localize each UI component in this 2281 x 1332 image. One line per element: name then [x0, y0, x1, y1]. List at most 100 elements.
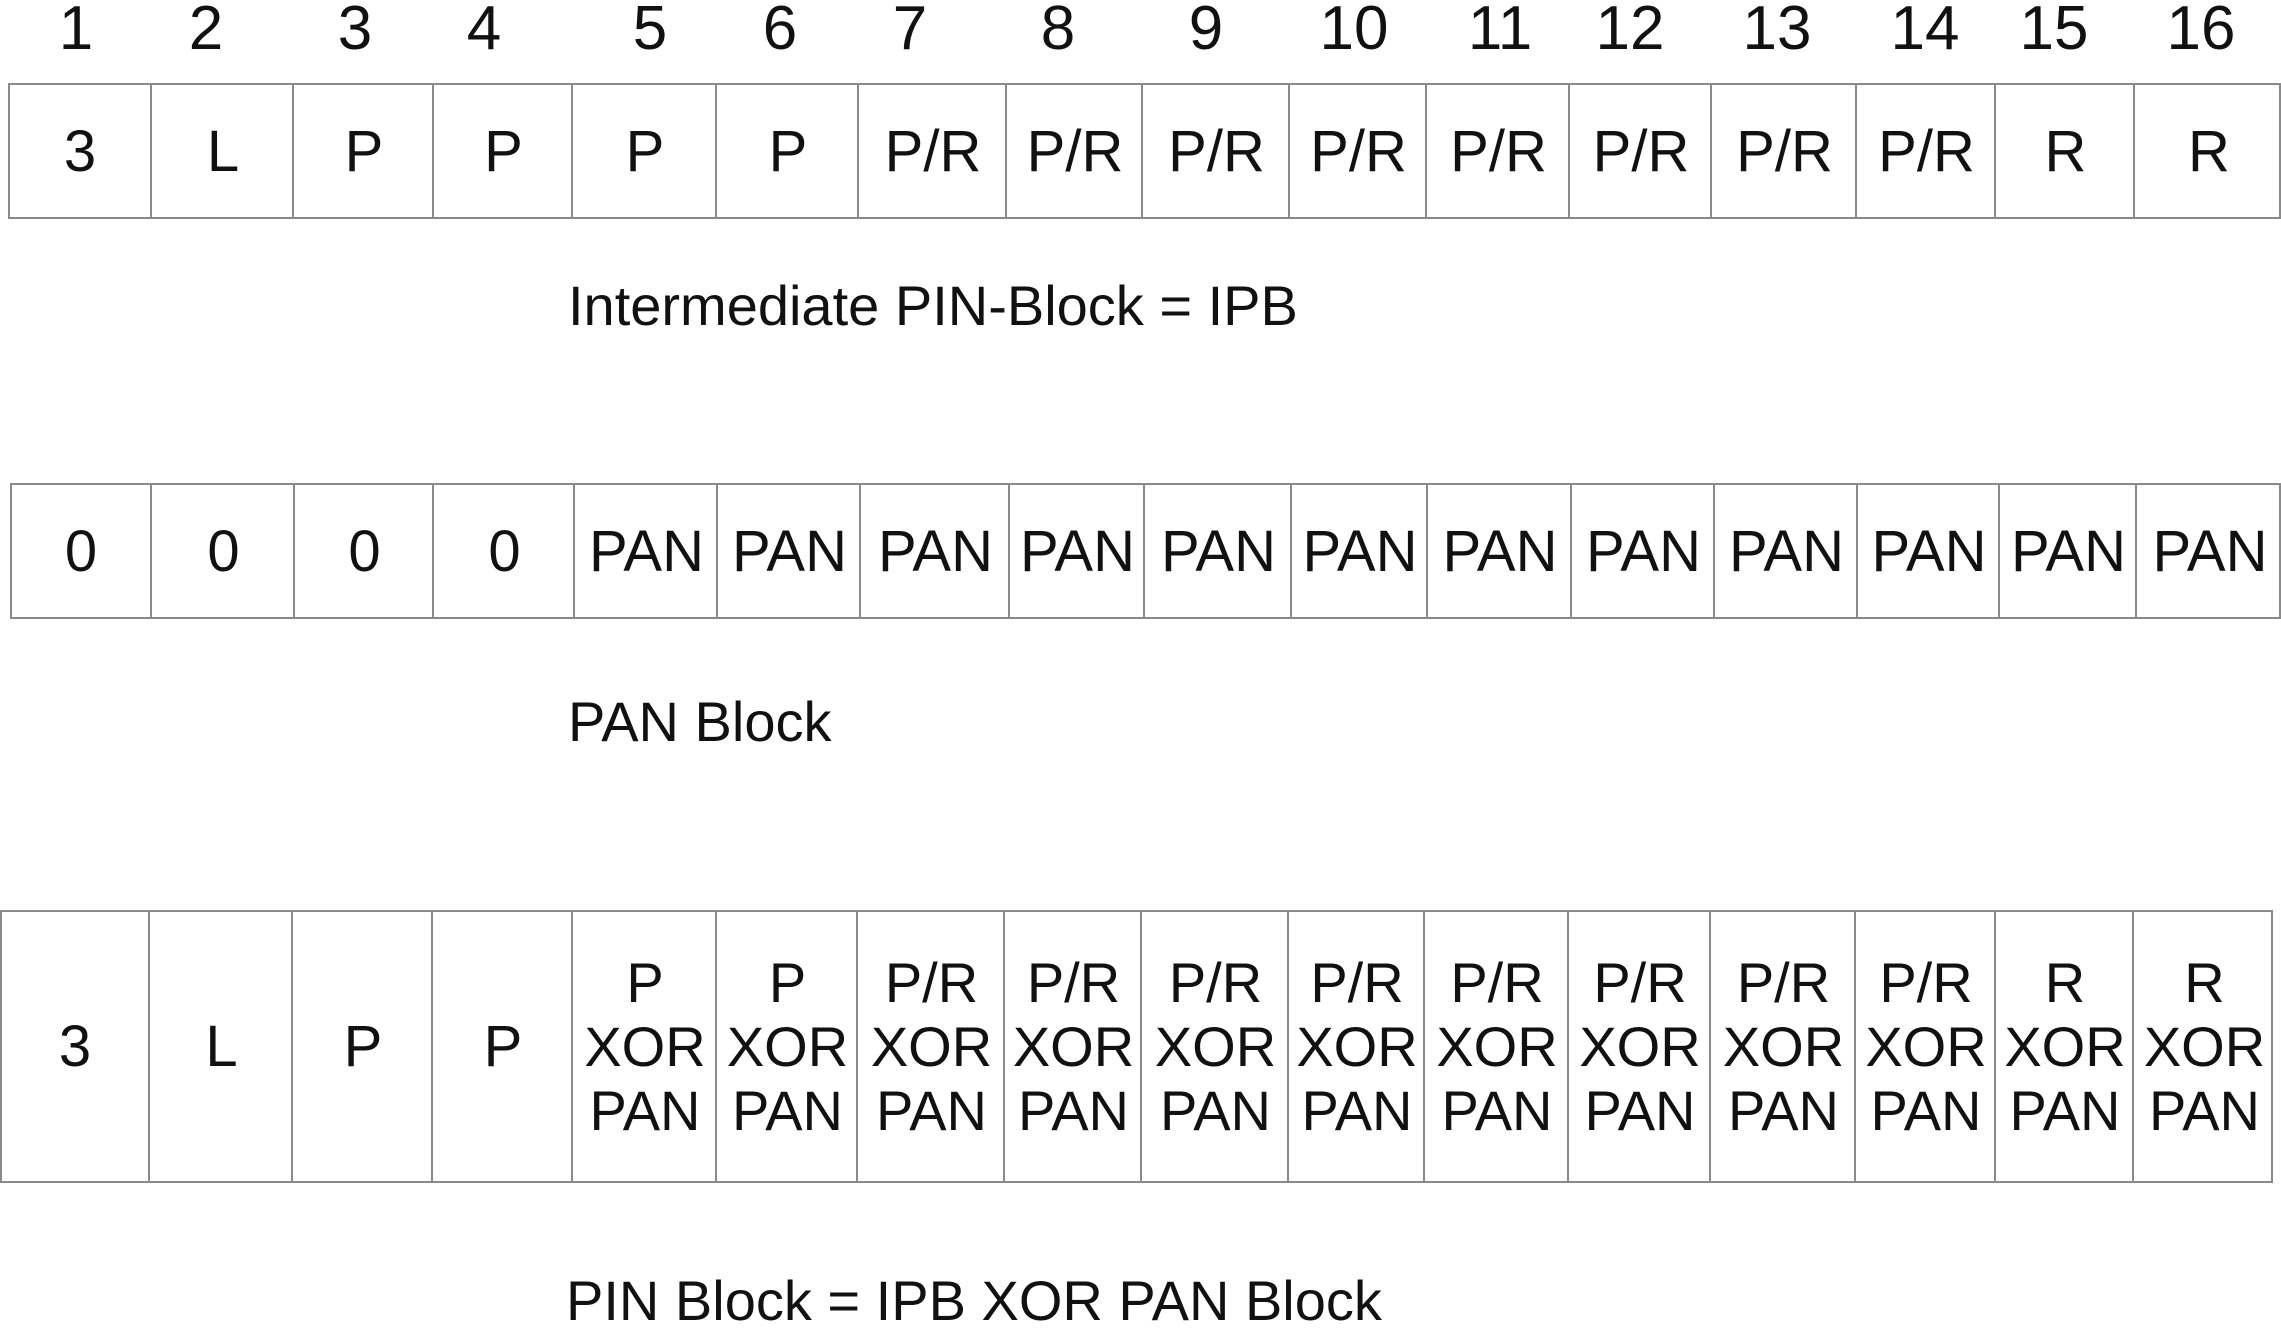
- pin-cell-line: XOR: [2004, 1014, 2126, 1078]
- pin-cell-6: P XOR PAN: [715, 912, 858, 1181]
- pin-cell-line: PAN: [1441, 1078, 1553, 1142]
- ipb-block: 3 L P P P P P/R P/R P/R P/R P/R P/R P/R P/R R R: [8, 83, 2281, 219]
- pin-cell-5: P XOR PAN: [571, 912, 717, 1181]
- pin-cell-10: P/R XOR PAN: [1287, 912, 1425, 1181]
- pin-cell-line: P/R: [884, 950, 979, 1014]
- pin-cell-line: P: [768, 950, 807, 1014]
- ipb-cell-6: P: [715, 85, 859, 217]
- pin-cell-14: P/R XOR PAN: [1854, 912, 1996, 1181]
- ipb-cell-15: R: [1994, 85, 2135, 217]
- pin-cell-line: PAN: [876, 1078, 987, 1142]
- ipb-cell-2: L: [150, 85, 294, 217]
- pin-cell-line: PAN: [1160, 1078, 1271, 1142]
- pin-cell-line: R: [2044, 950, 2086, 1014]
- pin-cell-line: P: [483, 1013, 523, 1079]
- pin-cell-line: P/R: [1310, 950, 1404, 1014]
- pin-cell-line: 3: [58, 1013, 92, 1079]
- pan-cell-8: PAN: [1008, 485, 1145, 617]
- ipb-cell-16: R: [2133, 85, 2281, 217]
- position-number-3: 3: [337, 0, 373, 63]
- pan-cell-2: 0: [150, 485, 295, 617]
- ipb-caption: Intermediate PIN-Block = IPB: [568, 274, 1298, 337]
- pin-cell-line: XOR: [726, 1014, 849, 1078]
- pin-cell-16: R XOR PAN: [2132, 912, 2275, 1181]
- pin-cell-line: XOR: [1722, 1014, 1845, 1078]
- pin-cell-line: P/R: [1736, 950, 1831, 1014]
- pan-cell-12: PAN: [1570, 485, 1715, 617]
- pan-cell-6: PAN: [716, 485, 861, 617]
- pin-cell-12: P/R XOR PAN: [1567, 912, 1711, 1181]
- pan-cell-3: 0: [293, 485, 434, 617]
- pin-cell-8: P/R XOR PAN: [1003, 912, 1142, 1181]
- position-number-6: 6: [762, 0, 798, 63]
- pin-cell-3: P: [291, 912, 433, 1181]
- pin-cell-line: XOR: [1296, 1014, 1418, 1078]
- pan-cell-14: PAN: [1856, 485, 2000, 617]
- ipb-cell-3: P: [292, 85, 434, 217]
- pin-cell-line: P/R: [1879, 950, 1973, 1014]
- position-number-12: 12: [1595, 0, 1665, 63]
- pin-cell-line: P/R: [1026, 950, 1121, 1014]
- pin-cell-9: P/R XOR PAN: [1140, 912, 1289, 1181]
- pin-cell-line: P/R: [1450, 950, 1544, 1014]
- pin-cell-line: XOR: [1579, 1014, 1701, 1078]
- pin-cell-15: R XOR PAN: [1994, 912, 2134, 1181]
- position-number-15: 15: [2019, 0, 2089, 63]
- pan-cell-16: PAN: [2135, 485, 2281, 617]
- pin-cell-line: PAN: [1018, 1078, 1129, 1142]
- pin-cell-11: P/R XOR PAN: [1423, 912, 1569, 1181]
- pin-cell-4: P: [431, 912, 573, 1181]
- position-number-8: 8: [1040, 0, 1076, 63]
- position-number-4: 4: [466, 0, 502, 63]
- pan-cell-9: PAN: [1143, 485, 1292, 617]
- pin-cell-line: XOR: [870, 1014, 993, 1078]
- ipb-cell-1: 3: [63, 118, 97, 184]
- pin-cell-line: PAN: [2149, 1078, 2260, 1142]
- pin-cell-line: PAN: [1301, 1078, 1413, 1142]
- ipb-cell-4: P: [432, 85, 573, 217]
- pin-cell-line: PAN: [589, 1078, 701, 1142]
- pin-cell-line: PAN: [1870, 1078, 1982, 1142]
- pan-cell-7: PAN: [859, 485, 1010, 617]
- ipb-cell-7: P/R: [857, 85, 1007, 217]
- pin-cell-2: L: [148, 912, 293, 1181]
- ipb-cell-8: P/R: [1005, 85, 1143, 217]
- pin-cell-line: P: [626, 950, 664, 1014]
- pan-cell-4: 0: [432, 485, 575, 617]
- pin-cell-line: PAN: [1728, 1078, 1839, 1142]
- pan-block: 0 0 0 0 PAN PAN PAN PAN PAN PAN PAN PAN PAN PAN PAN PAN: [10, 483, 2281, 619]
- pan-cell-13: PAN: [1713, 485, 1858, 617]
- pan-block-caption: PAN Block: [568, 690, 832, 753]
- pin-cell-line: P: [343, 1013, 383, 1079]
- pin-cell-1: 3: [2, 912, 148, 1181]
- position-number-1: 1: [58, 0, 94, 63]
- pin-cell-line: PAN: [2009, 1078, 2121, 1142]
- position-number-10: 10: [1319, 0, 1389, 63]
- pin-cell-line: P/R: [1593, 950, 1687, 1014]
- ipb-cell-13: P/R: [1710, 85, 1857, 217]
- pan-cell-15: PAN: [1998, 485, 2137, 617]
- position-number-13: 13: [1742, 0, 1812, 63]
- pin-cell-7: P/R XOR PAN: [856, 912, 1005, 1181]
- ipb-cell-5: P: [571, 85, 717, 217]
- ipb-cell-10: P/R: [1288, 85, 1427, 217]
- pin-cell-13: P/R XOR PAN: [1709, 912, 1856, 1181]
- pan-cell-5: PAN: [573, 485, 718, 617]
- position-number-9: 9: [1188, 0, 1224, 63]
- pin-cell-line: XOR: [1865, 1014, 1987, 1078]
- pin-cell-line: PAN: [732, 1078, 843, 1142]
- pan-cell-10: PAN: [1290, 485, 1428, 617]
- position-number-5: 5: [632, 0, 668, 63]
- ipb-cell-11: P/R: [1425, 85, 1570, 217]
- pan-cell-1: 0: [64, 518, 98, 584]
- pin-cell-line: XOR: [584, 1014, 706, 1078]
- position-number-14: 14: [1890, 0, 1960, 63]
- pin-cell-line: XOR: [2143, 1014, 2266, 1078]
- pin-cell-line: XOR: [1012, 1014, 1135, 1078]
- ipb-cell-9: P/R: [1141, 85, 1290, 217]
- position-number-2: 2: [188, 0, 224, 63]
- pin-cell-line: XOR: [1154, 1014, 1277, 1078]
- pin-cell-line: P/R: [1168, 950, 1263, 1014]
- pin-cell-line: R: [2184, 950, 2225, 1014]
- pin-cell-line: XOR: [1436, 1014, 1558, 1078]
